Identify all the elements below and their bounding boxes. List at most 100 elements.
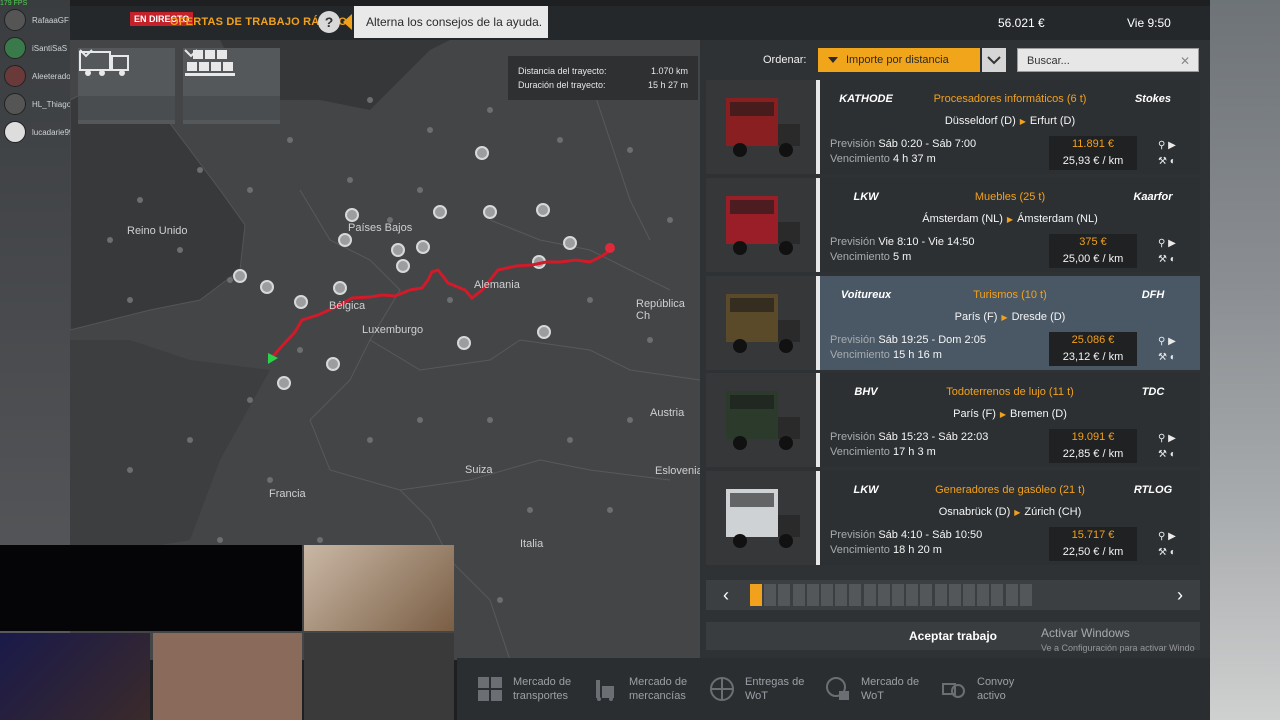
destination-city: Ámsterdam (NL) (1017, 213, 1098, 225)
tab-freight-market[interactable]: Mercado de transportes (475, 666, 571, 712)
truck-filter-button[interactable] (78, 48, 175, 124)
price-box: 25.086 € 23,12 € / km (1049, 332, 1137, 366)
tab-label: Convoy (977, 676, 1015, 688)
tab-wot-market[interactable]: Mercado de WoT (823, 666, 919, 712)
prevision-label: Previsión (830, 529, 876, 541)
job-attribute-icons: ⚲ ▶ ⚒ ◐ (1158, 138, 1192, 170)
page-indicator[interactable] (934, 584, 947, 606)
chat-user: Aleeteradoo (4, 62, 80, 90)
job-price: 15.717 € (1071, 529, 1115, 541)
job-attribute-icons: ⚲ ▶ ⚒ ◐ (1158, 529, 1192, 561)
page-indicator[interactable] (892, 584, 904, 606)
clear-icon[interactable]: ✕ (1180, 49, 1190, 73)
job-offer-row[interactable]: LKW RTLOG Generadores de gasóleo (21 t) … (706, 471, 1200, 565)
urgent-icon: ◐ (1169, 449, 1176, 460)
cargo-name: Turismos (10 t) (973, 289, 1047, 301)
play-arrow-icon: ▶ (1168, 336, 1176, 347)
page-indicator[interactable] (792, 584, 805, 606)
deadline-label: Vencimiento (830, 153, 890, 165)
page-indicator[interactable] (920, 584, 933, 606)
job-route: Ámsterdam (NL) ▶ Ámsterdam (NL) (900, 213, 1120, 225)
page-indicator[interactable] (906, 584, 919, 606)
origin-city: Osnabrück (D) (938, 506, 1011, 518)
play-arrow-icon: ▶ (1168, 238, 1176, 249)
page-indicator[interactable] (948, 584, 961, 606)
sort-label: Ordenar: (763, 54, 807, 66)
job-offer-row[interactable]: KATHODE Stokes Procesadores informáticos… (706, 80, 1200, 174)
prev-page-button[interactable]: ‹ (706, 580, 746, 610)
tab-cargo-market[interactable]: Mercado de mercancías (591, 666, 687, 712)
page-indicator[interactable] (1005, 584, 1018, 606)
duration-label: Duración del trayecto: (518, 80, 606, 90)
map-label-nl: Países Bajos (348, 222, 413, 234)
help-button[interactable]: ? (318, 11, 340, 33)
tab-wot-deliveries[interactable]: Entregas de WoT (707, 666, 804, 712)
chevron-down-icon (183, 49, 280, 120)
sort-selected-value: Importe por distancia (846, 54, 949, 66)
truck-thumbnail (706, 471, 816, 565)
prevision-row: Previsión Sáb 4:10 - Sáb 10:50 (830, 529, 982, 541)
prevision-row: Previsión Sáb 19:25 - Dom 2:05 (830, 334, 986, 346)
page-indicator[interactable] (806, 584, 819, 606)
tab-label: WoT (861, 690, 885, 702)
tab-label: WoT (745, 690, 769, 702)
play-arrow-icon: ▶ (1168, 140, 1176, 151)
job-price: 11.891 € (1071, 138, 1114, 150)
page-indicator[interactable] (977, 584, 990, 606)
job-offer-row[interactable]: LKW Kaarfor Muebles (25 t) Ámsterdam (NL… (706, 178, 1200, 272)
tab-label: mercancías (629, 690, 686, 702)
job-route: París (F) ▶ Bremen (D) (900, 408, 1120, 420)
page-indicator[interactable] (963, 584, 975, 606)
page-indicator[interactable] (1019, 584, 1032, 606)
cargo-filter-button[interactable] (183, 48, 280, 124)
search-placeholder: Buscar... (1027, 55, 1070, 67)
map-label-ch: Suiza (465, 464, 493, 476)
sort-dropdown-toggle[interactable] (982, 48, 1006, 72)
prevision-row: Previsión Sáb 0:20 - Sáb 7:00 (830, 138, 976, 150)
next-page-button[interactable]: › (1160, 580, 1200, 610)
page-indicator[interactable] (877, 584, 890, 606)
source-company-logo: LKW (853, 191, 879, 203)
prevision-row: Previsión Sáb 15:23 - Sáb 22:03 (830, 431, 988, 443)
job-offer-row[interactable]: BHV TDC Todoterrenos de lujo (11 t) Parí… (706, 373, 1200, 467)
page-indicator[interactable] (849, 584, 862, 606)
truck-thumbnail (706, 276, 816, 370)
job-details: Voitureux DFH Turismos (10 t) París (F) ▶… (820, 276, 1200, 370)
tab-active-convoy[interactable]: Convoy activo (939, 666, 1014, 712)
page-indicator[interactable] (991, 584, 1004, 606)
job-offer-row[interactable]: Voitureux DFH Turismos (10 t) París (F) ▶… (706, 276, 1200, 370)
target-company-logo: Kaarfor (1133, 191, 1173, 203)
avatar (4, 37, 26, 59)
search-input[interactable]: Buscar... ✕ (1017, 48, 1199, 72)
tab-label: activo (977, 690, 1006, 702)
webcam-room (304, 545, 454, 631)
job-price: 375 € (1079, 236, 1107, 248)
source-company-logo: LKW (853, 484, 879, 496)
arrow-right-icon: ▶ (1014, 508, 1021, 517)
adr-icon: ⚒ (1158, 156, 1167, 167)
tab-label: Mercado de (629, 676, 688, 688)
page-indicator[interactable] (821, 584, 833, 606)
page-indicator[interactable] (835, 584, 848, 606)
cargo-name: Muebles (25 t) (974, 191, 1046, 203)
play-arrow-icon: ▶ (1168, 433, 1176, 444)
duration-value: 15 h 27 m (647, 80, 688, 90)
webcam-streamer (0, 633, 150, 720)
page-indicator[interactable] (750, 584, 762, 606)
sort-dropdown[interactable]: Importe por distancia (818, 48, 980, 72)
page-indicator[interactable] (863, 584, 876, 606)
globe-icon (707, 674, 737, 704)
page-indicator[interactable] (778, 584, 791, 606)
price-per-km: 25,93 € / km (1062, 155, 1124, 167)
destination-city: Bremen (D) (1010, 408, 1067, 420)
map-label-fr: Francia (269, 488, 306, 500)
avatar (4, 121, 26, 143)
job-attribute-icons: ⚲ ▶ ⚒ ◐ (1158, 334, 1192, 366)
source-company-logo: BHV (854, 386, 878, 398)
deadline-label: Vencimiento (830, 446, 890, 458)
source-company-logo: Voitureux (840, 289, 892, 301)
page-indicator[interactable] (764, 584, 777, 606)
map-label-cz: República Ch (636, 298, 685, 322)
price-box: 15.717 € 22,50 € / km (1049, 527, 1137, 561)
job-price: 19.091 € (1071, 431, 1115, 443)
